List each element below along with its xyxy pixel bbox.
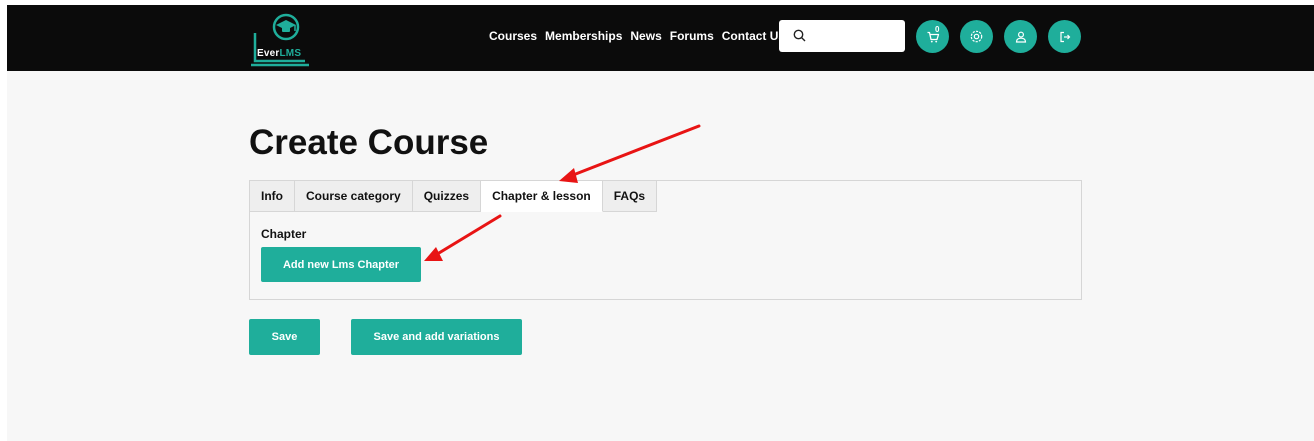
account-button[interactable] [1004,20,1037,53]
tab-quizzes[interactable]: Quizzes [412,181,482,212]
page-background: EverLMS Courses Memberships News Forums … [7,5,1314,441]
nav-link-memberships[interactable]: Memberships [545,29,622,43]
add-chapter-button[interactable]: Add new Lms Chapter [261,247,421,282]
user-icon [1015,31,1026,43]
tab-chapter-lesson[interactable]: Chapter & lesson [481,181,603,212]
tab-course-category[interactable]: Course category [295,181,413,212]
search-icon [793,29,806,42]
logout-icon [1059,31,1070,42]
page-title: Create Course [249,123,489,162]
logo-text-lms: LMS [279,48,302,59]
settings-button[interactable] [960,20,993,53]
gear-icon [970,30,983,43]
top-navigation-bar: EverLMS Courses Memberships News Forums … [7,5,1314,71]
nav-link-contact-us[interactable]: Contact Us [722,29,785,43]
nav-link-news[interactable]: News [630,29,661,43]
cart-button[interactable]: 0 [916,20,949,53]
tab-faqs[interactable]: FAQs [602,181,658,212]
chapter-label: Chapter [261,227,307,241]
save-and-add-variations-button[interactable]: Save and add variations [351,319,522,355]
logout-button[interactable] [1048,20,1081,53]
cart-count-badge: 0 [935,25,940,34]
logo-text: EverLMS [257,48,301,59]
everlms-logo[interactable]: EverLMS [249,11,311,67]
save-button[interactable]: Save [249,319,320,355]
course-tabs: Info Course category Quizzes Chapter & l… [250,181,658,212]
nav-link-courses[interactable]: Courses [489,29,537,43]
search-input[interactable] [813,26,903,48]
nav-link-forums[interactable]: Forums [670,29,714,43]
main-nav: Courses Memberships News Forums Contact … [489,29,785,43]
tab-info[interactable]: Info [250,181,295,212]
search-box[interactable] [779,20,905,52]
course-form-panel: Info Course category Quizzes Chapter & l… [249,180,1082,300]
logo-text-ever: Ever [257,48,280,59]
